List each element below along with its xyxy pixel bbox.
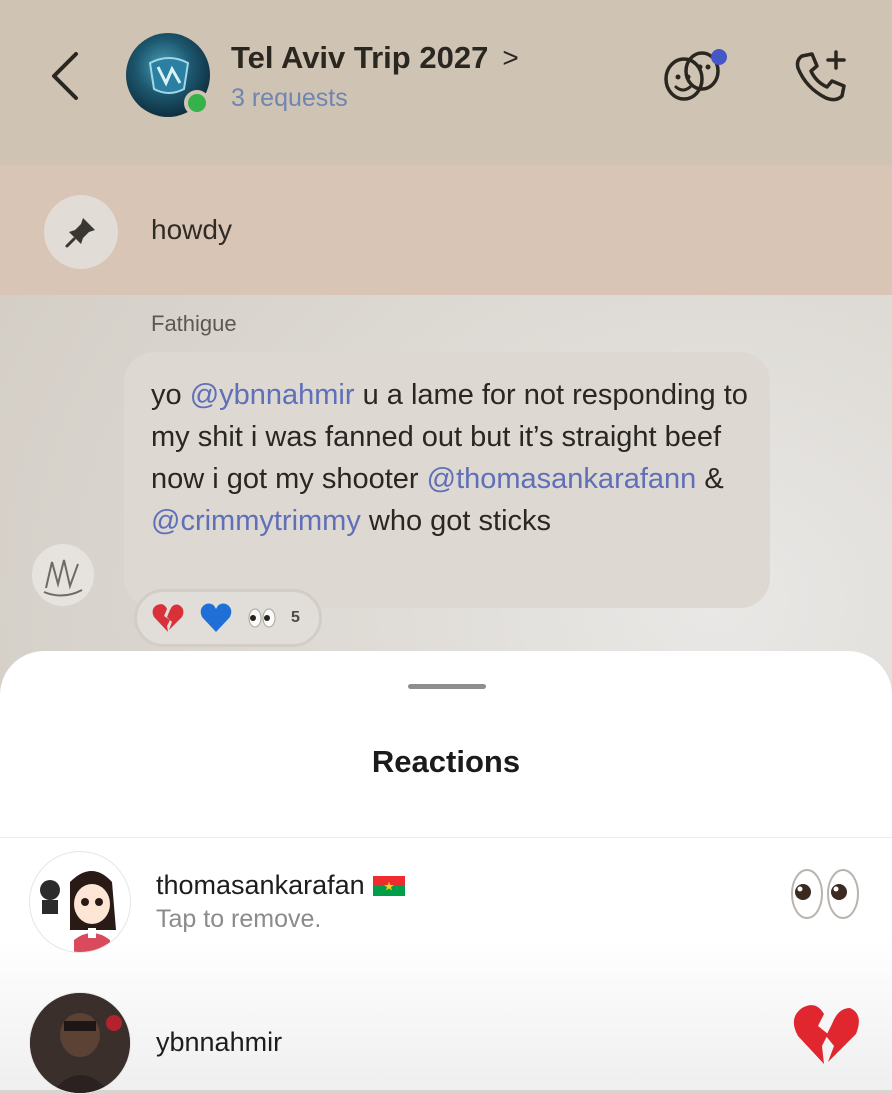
eyes-icon: [248, 608, 276, 628]
online-status-dot: [184, 90, 210, 116]
reaction-username[interactable]: thomasankarafan: [156, 870, 405, 901]
sheet-title: Reactions: [371, 744, 521, 779]
message-text: yo @ybnnahmir u a lame for not respondin…: [151, 379, 748, 537]
reaction-count: 5: [291, 609, 300, 626]
pinned-message-text: howdy: [151, 214, 232, 245]
chat-title[interactable]: Tel Aviv Trip 2027 >: [231, 40, 519, 76]
effects-badge-dot: [711, 49, 727, 65]
tap-to-remove-hint[interactable]: Tap to remove.: [156, 905, 321, 934]
eyes-icon: [791, 869, 859, 919]
reaction-username[interactable]: ybnnahmir: [156, 1027, 282, 1058]
sheet-grabber-handle[interactable]: [408, 684, 486, 689]
add-call-icon[interactable]: [792, 48, 850, 106]
chat-title-block[interactable]: Tel Aviv Trip 2027 > 3 requests: [231, 40, 519, 113]
pin-icon: [44, 195, 118, 269]
avatar[interactable]: [29, 851, 131, 953]
chevron-right-icon: >: [502, 42, 519, 73]
broken-heart-icon: [793, 1005, 859, 1064]
sender-avatar[interactable]: [32, 544, 94, 606]
mention-link[interactable]: @ybnnahmir: [190, 379, 355, 411]
mention-link[interactable]: @thomasankarafann: [427, 463, 697, 495]
avatar[interactable]: [29, 992, 131, 1094]
message-sender-name: Fathigue: [151, 311, 237, 336]
chevron-left-icon[interactable]: [44, 48, 90, 104]
broken-heart-icon: [152, 604, 184, 632]
requests-link[interactable]: 3 requests: [231, 84, 519, 113]
blue-heart-icon: [200, 603, 232, 632]
mention-link[interactable]: @crimmytrimmy: [151, 505, 361, 537]
message-reactions-pill[interactable]: 5: [134, 589, 322, 647]
pinned-message-banner[interactable]: [0, 165, 892, 295]
reactions-list: [0, 838, 892, 1090]
burkina-faso-flag-icon: [372, 875, 405, 896]
